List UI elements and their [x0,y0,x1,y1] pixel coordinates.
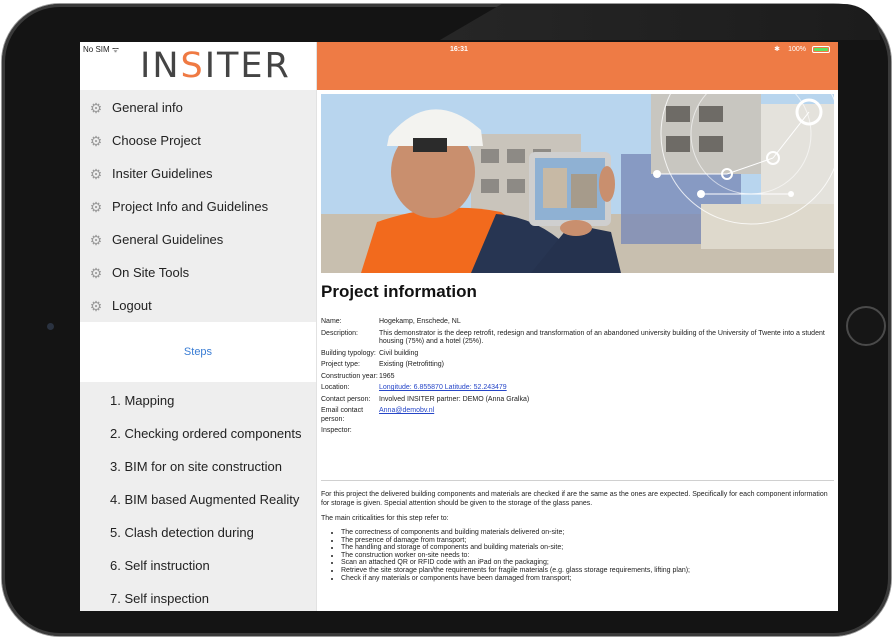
info-label: Construction year: [321,372,378,380]
info-value: Existing (Retrofitting) [379,361,444,368]
bluetooth-icon: ✱ [774,46,780,53]
info-link[interactable]: Anna@demobv.nl [379,407,833,424]
info-row: Email contact person: Anna@demobv.nl [321,407,833,424]
sidebar-menu-item[interactable]: ⚙ Project Info and Guidelines [80,190,316,223]
info-value: This demonstrator is the deep retrofit, … [379,329,825,346]
gears-icon: ⚙ [89,264,103,281]
criticality-item: Retrieve the site storage plan/the requi… [341,567,834,575]
criticality-item: Check if any materials or components hav… [341,575,834,583]
battery-icon [812,46,830,53]
info-row: Inspector: [321,427,833,436]
app-screen: No SIM ᯤ INSITER ⚙ General info ⚙ Choose Pr… [80,42,838,611]
info-row: Construction year: 1965 [321,373,833,382]
status-bar: 16:31 ✱ 100% [317,42,838,90]
criticality-item: Scan an attached QR or RFID code with an… [341,559,834,567]
divider [321,480,834,481]
sidebar-menu-item[interactable]: ⚙ General Guidelines [80,223,316,256]
step-item[interactable]: 2. Checking ordered components [80,417,316,450]
info-row: Name: Hogekamp, Enschede, NL [321,318,833,327]
bezel-reflection [440,4,880,40]
carrier-label: No SIM ᯤ [83,45,120,54]
step-item[interactable]: 5. Clash detection during [80,516,316,549]
criticality-item: The handling and storage of components a… [341,544,834,552]
step-item[interactable]: 7. Self inspection [80,582,316,611]
info-row: Project type: Existing (Retrofitting) [321,361,833,370]
info-row: Location: Longitude: 6.855870 Latitude: 5… [321,384,833,393]
home-button[interactable] [846,306,886,346]
project-info-table: Name: Hogekamp, Enschede, NL Description: T… [321,318,833,439]
info-row: Building typology: Civil building [321,350,833,359]
info-label: Project type: [321,361,360,368]
sidebar-menu-item[interactable]: ⚙ On Site Tools [80,256,316,289]
page-title: Project information [321,282,477,301]
info-label: Location: [321,384,350,391]
sidebar-header: No SIM ᯤ INSITER [80,42,316,90]
info-row: Contact person: Involved INSITER partner:… [321,396,833,405]
info-value: 1965 [379,372,395,380]
criticality-item: The presence of damage from transport; [341,537,834,545]
sidebar-menu-item[interactable]: ⚙ Logout [80,289,316,322]
info-value: Involved INSITER partner: DEMO (Anna Gra… [379,395,530,403]
gears-icon: ⚙ [89,99,103,116]
step-item[interactable]: 6. Self instruction [80,549,316,582]
info-value: Hogekamp, Enschede, NL [379,318,461,325]
info-value: Civil building [379,349,419,357]
sidebar-menu-item[interactable]: ⚙ Insiter Guidelines [80,157,316,190]
menu-item-label: Project Info and Guidelines [112,199,269,214]
info-link[interactable]: Longitude: 6.855870 Latitude: 52.243479 [379,384,833,393]
steps-heading: Steps [80,322,316,382]
info-label: Email contact person: [321,407,364,423]
info-label: Description: [321,329,358,337]
info-row: Description: This demonstrator is the dee… [321,330,833,347]
front-camera [47,323,54,330]
sidebar-menu-item[interactable]: ⚙ General info [80,91,316,124]
insiter-logo: INSITER [140,46,291,86]
info-label: Contact person: [321,395,371,403]
wifi-icon: ᯤ [111,45,120,54]
main-content: 16:31 ✱ 100% Project information Name: H… [317,42,838,611]
main-menu: ⚙ General info ⚙ Choose Project ⚙ Insiter Gui… [80,90,316,322]
info-value [379,427,833,436]
info-label: Inspector: [321,427,352,434]
sidebar-menu-item[interactable]: ⚙ Choose Project [80,124,316,157]
step-item[interactable]: 4. BIM based Augmented Reality [80,483,316,516]
criticalities-intro: The main criticalities for this step ref… [321,515,449,522]
menu-item-label: General Guidelines [112,232,224,247]
info-label: Building typology: [321,349,376,357]
sidebar: No SIM ᯤ INSITER ⚙ General info ⚙ Choose Pr… [80,42,317,611]
hero-image [321,94,834,273]
gears-icon: ⚙ [89,297,103,314]
step-item[interactable]: 1. Mapping [80,384,316,417]
gears-icon: ⚙ [89,231,103,248]
gears-icon: ⚙ [89,132,103,149]
step-item[interactable]: 3. BIM for on site construction [80,450,316,483]
menu-item-label: On Site Tools [112,265,190,280]
menu-item-label: Insiter Guidelines [112,166,213,181]
menu-item-label: Choose Project [112,133,201,148]
criticality-item: The construction worker on-site needs to… [341,552,834,560]
description-paragraph: For this project the delivered building … [321,491,828,507]
gears-icon: ⚙ [89,165,103,182]
gears-icon: ⚙ [89,198,103,215]
menu-item-label: Logout [112,298,152,313]
info-label: Name: [321,318,342,325]
criticality-item: The correctness of components and buildi… [341,529,834,537]
steps-list: 1. Mapping 2. Checking ordered components… [80,382,316,611]
battery-percent: 100% [788,46,806,53]
criticalities-list: The correctness of components and buildi… [321,529,834,582]
step-description: For this project the delivered building … [321,490,834,582]
menu-item-label: General info [112,100,183,115]
status-time: 16:31 [450,46,468,53]
